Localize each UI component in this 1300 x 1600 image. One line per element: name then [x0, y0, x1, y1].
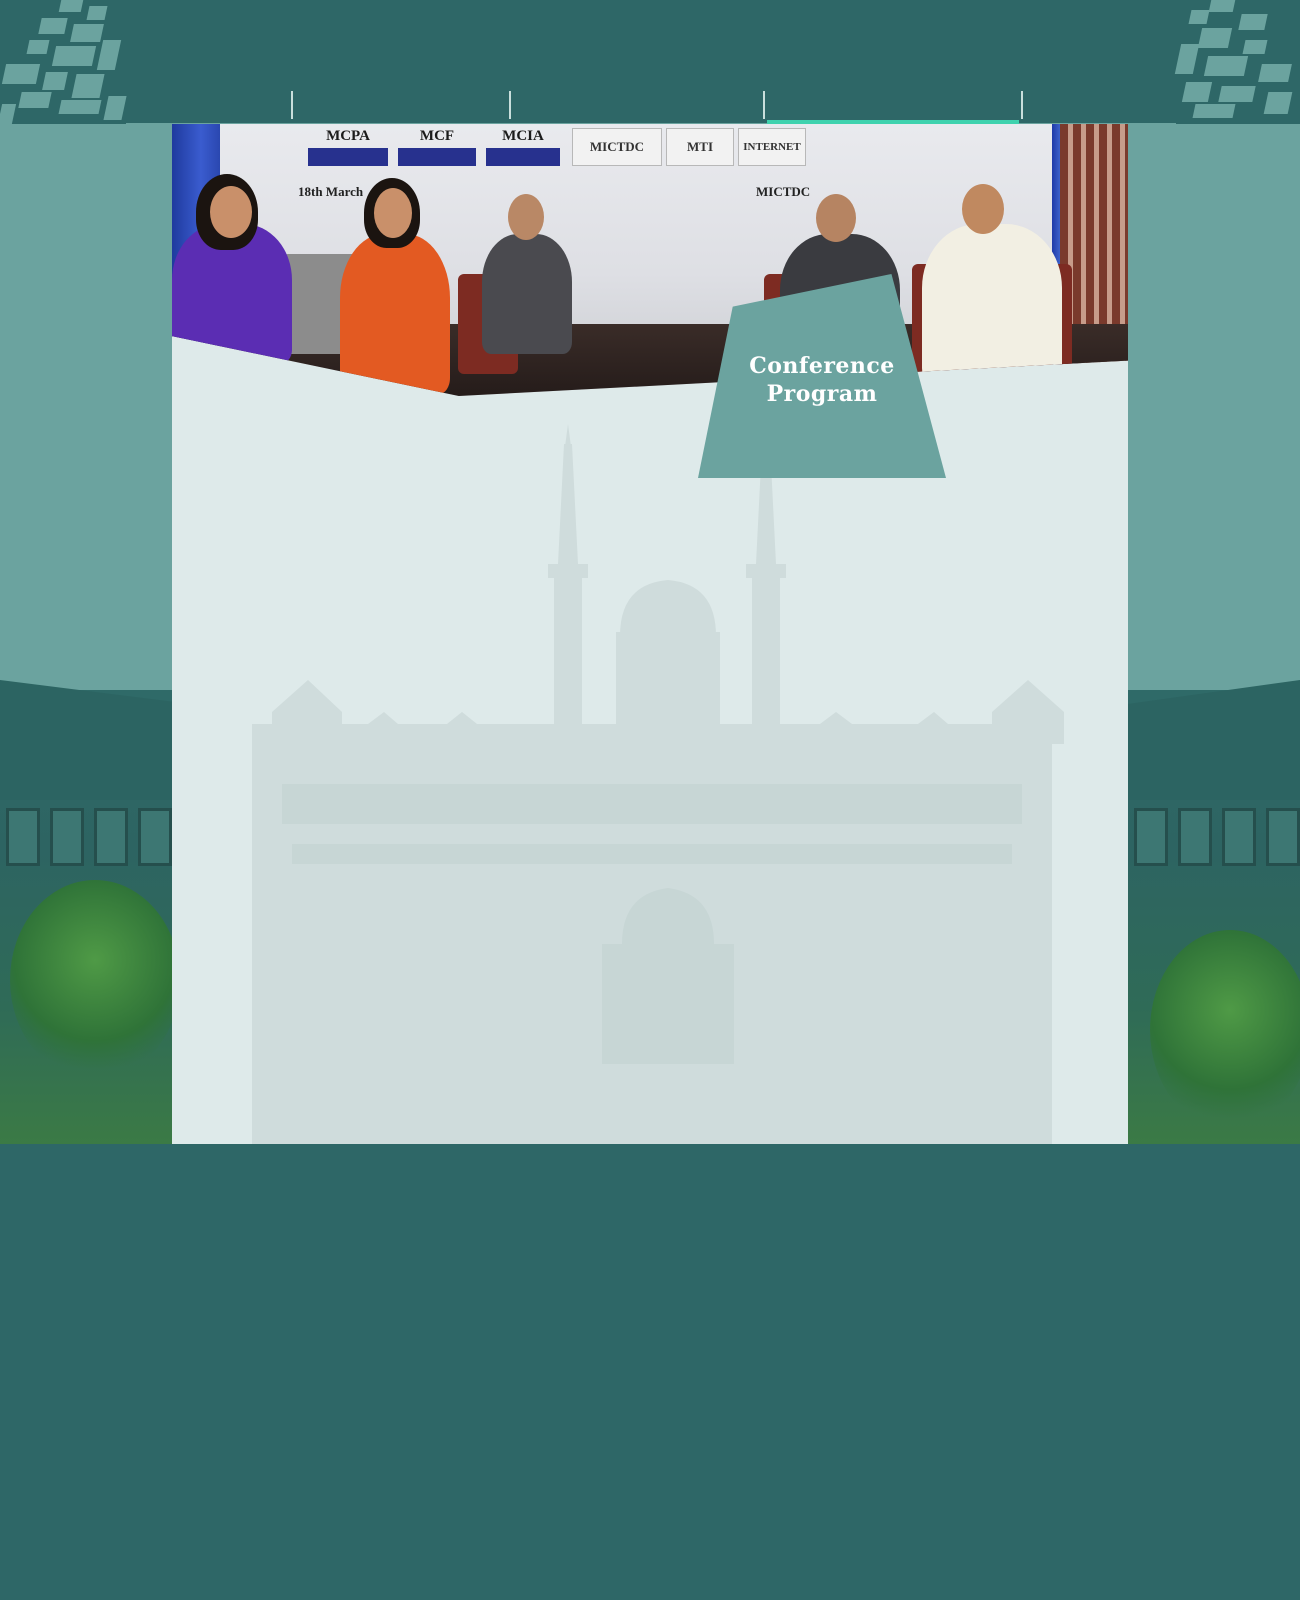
event-date: 18th March	[298, 184, 364, 199]
nav-divider	[291, 91, 293, 119]
logo-label: MICTDC	[589, 139, 645, 154]
panelist-2	[340, 234, 450, 394]
logo-label: MTI	[687, 139, 713, 154]
nav-divider	[1021, 91, 1023, 119]
sponsor-label: MCF	[419, 128, 455, 144]
panelist-6	[922, 224, 1062, 384]
sponsor-label: MCIA	[502, 128, 544, 144]
nav-divider	[509, 91, 511, 119]
logo-label: INTERNET	[743, 141, 801, 153]
page-title: Conference Program	[712, 352, 932, 408]
pixel-decoration-left	[0, 0, 130, 124]
nav-item-5[interactable]	[1024, 88, 1174, 124]
palm-tree-right	[1150, 930, 1300, 1130]
footer	[0, 1144, 1300, 1600]
sponsor-mcf: MCF	[398, 128, 476, 166]
nav-item-4-active[interactable]	[767, 88, 1019, 124]
palm-tree-left	[10, 880, 180, 1080]
building-windows-right	[1128, 808, 1300, 868]
panelist-face	[962, 184, 1004, 234]
sponsor-mcpa: MCPA	[308, 128, 388, 166]
title-line-1: Conference	[749, 353, 895, 379]
sponsor-mcia: MCIA	[486, 128, 560, 166]
main-nav	[126, 88, 1176, 124]
title-line-2: Program	[766, 381, 878, 407]
pixel-decoration-right	[1170, 0, 1300, 124]
nav-item-3[interactable]	[512, 88, 758, 124]
logo-internet: INTERNET	[738, 128, 806, 166]
panelist-face	[374, 188, 412, 238]
main-content: MCPA MCF MCIA MICTDC MTI INTERNET 18th M…	[172, 124, 1128, 1144]
building-windows-left	[0, 808, 172, 868]
logo-mti: MTI	[666, 128, 734, 166]
panelist-face	[210, 186, 252, 238]
panelist-face	[508, 194, 544, 240]
nav-item-2[interactable]	[294, 88, 506, 124]
logo-mictdc: MICTDC	[572, 128, 662, 166]
conference-photo-banner: MCPA MCF MCIA MICTDC MTI INTERNET 18th M…	[172, 124, 1128, 396]
sponsor-label: MCPA	[326, 128, 370, 144]
event-organizer: MICTDC	[756, 184, 811, 199]
panelist-face	[816, 194, 856, 242]
nav-item-1[interactable]	[126, 88, 290, 124]
panelist-3	[482, 234, 572, 354]
nav-divider	[763, 91, 765, 119]
